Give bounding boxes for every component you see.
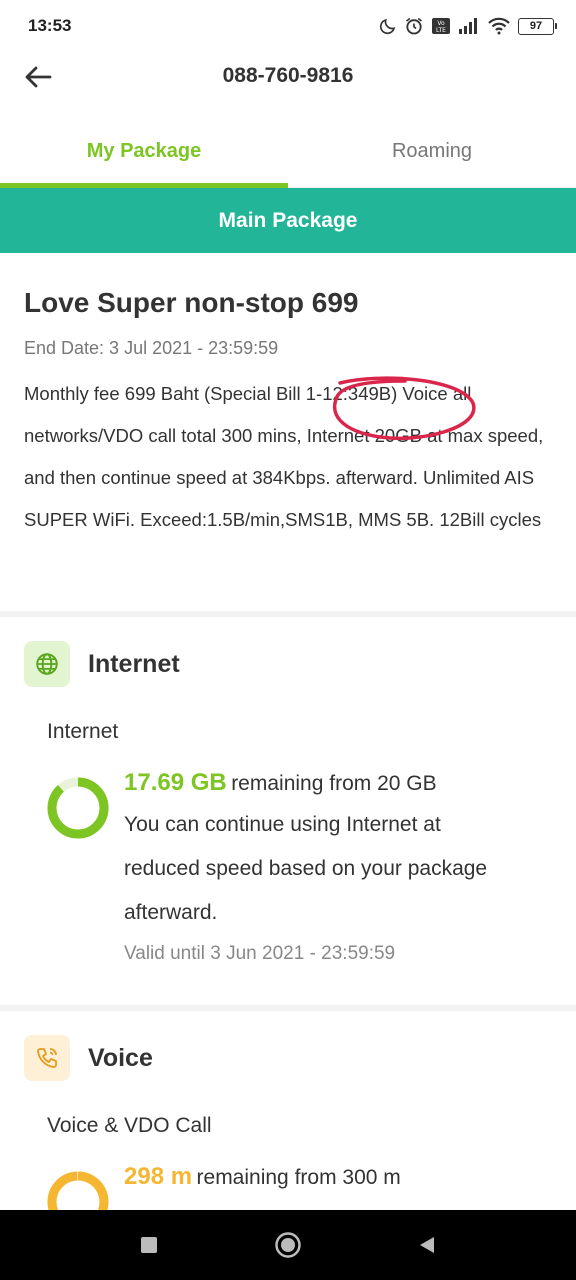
voice-title: Voice bbox=[88, 1043, 153, 1072]
circle-home-icon bbox=[275, 1232, 301, 1258]
internet-note-line: afterward. bbox=[124, 901, 218, 924]
main-package-label: Main Package bbox=[218, 208, 358, 232]
package-description: Monthly fee 699 Baht (Special Bill 1-12:… bbox=[24, 383, 544, 530]
internet-icon-box bbox=[24, 641, 70, 687]
recents-button[interactable] bbox=[119, 1215, 179, 1275]
package-name: Love Super non-stop 699 bbox=[24, 287, 359, 318]
battery-icon: 97 bbox=[518, 17, 557, 35]
home-button[interactable] bbox=[258, 1215, 318, 1275]
package-end-date: End Date: 3 Jul 2021 - 23:59:59 bbox=[24, 338, 279, 358]
internet-usage-text: 17.69 GB remaining from 20 GB You can co… bbox=[124, 766, 554, 965]
voice-remaining-text: remaining from 300 m bbox=[196, 1166, 401, 1189]
phone-call-icon bbox=[37, 1048, 57, 1068]
internet-valid-until: Valid until 3 Jun 2021 - 23:59:59 bbox=[124, 943, 396, 964]
alarm-icon bbox=[406, 17, 422, 35]
package-info: Love Super non-stop 699 End Date: 3 Jul … bbox=[0, 253, 576, 611]
section-divider bbox=[0, 1005, 576, 1011]
wifi-icon bbox=[488, 17, 510, 35]
voice-sub-label: Voice & VDO Call bbox=[47, 1114, 212, 1137]
section-divider bbox=[0, 611, 576, 617]
voice-remaining-value: 298 m bbox=[124, 1163, 193, 1190]
internet-note-line: You can continue using Internet at bbox=[124, 813, 441, 836]
main-package-banner: Main Package bbox=[0, 188, 576, 253]
tab-bar: My Package Roaming bbox=[0, 118, 576, 188]
page-title: 088-760-9816 bbox=[222, 64, 354, 87]
internet-header: Internet bbox=[24, 640, 180, 688]
voice-icon-box bbox=[24, 1035, 70, 1081]
triangle-back-icon bbox=[419, 1237, 434, 1253]
status-icons: Vo LTE 97 bbox=[379, 16, 557, 36]
system-nav-bar bbox=[0, 1210, 576, 1280]
voice-header: Voice bbox=[24, 1034, 153, 1082]
internet-title: Internet bbox=[88, 649, 180, 678]
app-header: 088-760-9816 bbox=[0, 52, 576, 102]
internet-remaining-text: remaining from 20 GB bbox=[231, 772, 437, 795]
svg-text:LTE: LTE bbox=[436, 27, 446, 34]
volte-icon: VoLTE bbox=[432, 18, 450, 34]
signal-icon bbox=[459, 18, 477, 34]
voice-usage-text: 298 m remaining from 300 m bbox=[124, 1160, 554, 1197]
back-nav-button[interactable] bbox=[397, 1215, 457, 1275]
status-bar: 13:53 Vo LTE 97 bbox=[0, 0, 576, 52]
voice-progress-ring bbox=[47, 1171, 109, 1210]
svg-text:Vo: Vo bbox=[437, 20, 445, 27]
tab-roaming[interactable]: Roaming bbox=[288, 118, 576, 187]
internet-remaining-value: 17.69 GB bbox=[124, 769, 227, 796]
tab-my-package[interactable]: My Package bbox=[0, 118, 288, 188]
internet-section: Internet Internet 17.69 GB remaining fro… bbox=[0, 640, 576, 1005]
status-time: 13:53 bbox=[28, 16, 72, 35]
internet-note-line: reduced speed based on your package bbox=[124, 857, 488, 880]
internet-progress-ring bbox=[47, 777, 109, 839]
internet-sub-label: Internet bbox=[47, 720, 119, 743]
square-icon bbox=[141, 1237, 158, 1253]
voice-section: Voice Voice & VDO Call 298 m remaining f… bbox=[0, 1034, 576, 1210]
globe-icon bbox=[36, 653, 58, 675]
moon-icon bbox=[379, 18, 396, 35]
battery-level: 97 bbox=[529, 20, 543, 32]
